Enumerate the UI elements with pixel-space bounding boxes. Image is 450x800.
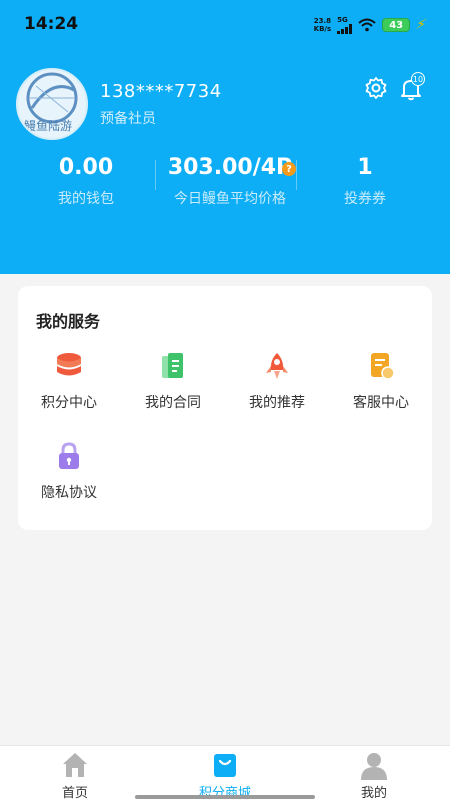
- net-speed-value: 23.8: [313, 17, 332, 25]
- services-title: 我的服务: [36, 312, 101, 331]
- profile-header: 14:24 23.8 KB/s 5G 43 ⚡ 鳗鱼陆游 138****7734…: [0, 0, 450, 274]
- notification-count-badge: 10: [411, 72, 425, 86]
- services-card: 我的服务 积分中心 我的合同 我的推荐 客服中心 隐私协议: [18, 286, 432, 530]
- status-indicators: 23.8 KB/s 5G 43 ⚡: [314, 14, 429, 36]
- signal-icon: 5G: [337, 15, 353, 34]
- tab-home[interactable]: 首页: [35, 750, 115, 800]
- service-privacy[interactable]: 隐私协议: [24, 440, 114, 502]
- help-icon[interactable]: ?: [282, 162, 296, 176]
- privacy-lock-icon: [53, 440, 85, 472]
- coupon-value: 1: [357, 155, 373, 180]
- service-label: 隐私协议: [41, 485, 97, 501]
- service-label: 客服中心: [353, 395, 409, 411]
- stat-divider: [296, 160, 297, 190]
- customer-service-icon: [365, 350, 397, 382]
- points-stack-icon: [53, 350, 85, 382]
- service-points-center[interactable]: 积分中心: [24, 350, 114, 412]
- net-speed: 23.8 KB/s: [314, 17, 331, 33]
- settings-gear-icon[interactable]: [364, 76, 388, 100]
- service-label: 我的推荐: [249, 395, 305, 411]
- coupon-label: 投券券: [344, 191, 386, 207]
- avatar-text: 鳗鱼陆游: [24, 119, 73, 133]
- net-speed-unit: KB/s: [313, 25, 332, 33]
- tab-label: 首页: [61, 786, 88, 800]
- home-icon: [60, 750, 90, 780]
- service-referrals[interactable]: 我的推荐: [232, 350, 322, 412]
- service-label: 积分中心: [41, 395, 97, 411]
- wallet-value: 0.00: [58, 155, 114, 180]
- shopping-bag-icon: [210, 750, 240, 780]
- member-level: 预备社员: [100, 111, 156, 127]
- coupon-stat[interactable]: 1 投券券: [330, 155, 400, 208]
- user-phone: 138****7734: [100, 81, 222, 102]
- bottom-tab-bar: 首页 积分商城 我的: [0, 745, 450, 800]
- home-indicator: [135, 795, 315, 799]
- wallet-label: 我的钱包: [58, 191, 114, 207]
- service-customer-service[interactable]: 客服中心: [336, 350, 426, 412]
- avatar[interactable]: 鳗鱼陆游: [16, 68, 88, 140]
- tab-points-mall[interactable]: 积分商城: [185, 750, 265, 800]
- tab-label: 我的: [360, 786, 387, 800]
- tab-mine[interactable]: 我的: [334, 750, 414, 800]
- battery-icon: 43: [382, 18, 411, 32]
- service-contracts[interactable]: 我的合同: [128, 350, 218, 412]
- status-bar: 14:24 23.8 KB/s 5G 43 ⚡: [0, 0, 450, 48]
- wallet-stat[interactable]: 0.00 我的钱包: [44, 155, 128, 208]
- wifi-icon: [358, 18, 376, 32]
- contract-icon: [157, 350, 189, 382]
- person-icon: [359, 750, 389, 780]
- service-label: 我的合同: [145, 395, 201, 411]
- charging-icon: ⚡: [414, 17, 429, 33]
- eel-price-label: 今日鳗鱼平均价格: [174, 191, 286, 207]
- status-time: 14:24: [24, 14, 79, 34]
- rocket-icon: [261, 350, 293, 382]
- network-type: 5G: [337, 15, 348, 24]
